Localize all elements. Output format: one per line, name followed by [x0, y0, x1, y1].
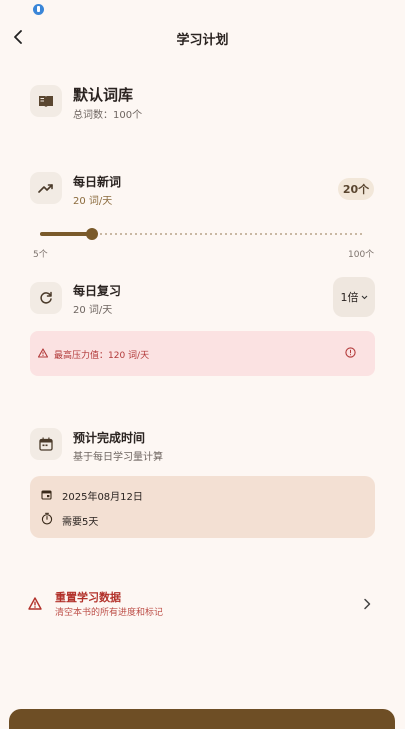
estimate-result-box — [30, 476, 375, 538]
reset-title: 重置学习数据 — [55, 591, 121, 604]
book-name: 默认词库 — [73, 86, 134, 104]
status-notification-icon — [33, 4, 44, 15]
new-words-count-badge: 20个 — [338, 178, 374, 200]
page-title: 学习计划 — [176, 33, 229, 48]
estimate-sub: 基于每日学习量计算 — [73, 452, 163, 463]
review-label: 每日复习 — [73, 284, 122, 298]
info-icon[interactable] — [345, 347, 356, 358]
bottom-action-button[interactable] — [9, 709, 395, 729]
warning-icon — [28, 597, 42, 610]
pressure-warning-text: 最高压力值：120 词/天 — [54, 351, 150, 361]
calendar-small-icon — [41, 490, 52, 500]
calendar-icon-box — [30, 428, 62, 460]
refresh-icon-box — [30, 282, 62, 314]
review-rate: 20 词/天 — [73, 305, 113, 316]
estimate-label: 预计完成时间 — [73, 431, 146, 445]
book-total-words: 总词数：100个 — [73, 110, 143, 121]
new-words-slider-fill — [40, 232, 92, 236]
book-icon — [39, 96, 53, 107]
chevron-right-icon — [364, 598, 371, 610]
chevron-down-icon — [361, 295, 367, 299]
new-words-slider-thumb[interactable] — [86, 228, 98, 240]
warning-icon — [38, 348, 48, 358]
completion-date: 2025年08月12日 — [62, 492, 143, 503]
reset-sub: 清空本书的所有进度和标记 — [55, 608, 164, 618]
trend-icon-box — [30, 172, 62, 204]
completion-duration: 需要5天 — [62, 517, 99, 528]
review-multiplier-value: 1倍 — [340, 291, 359, 304]
timer-icon — [41, 512, 53, 525]
slider-max-label: 100个 — [348, 250, 375, 260]
calendar-icon — [39, 437, 53, 451]
slider-min-label: 5个 — [33, 250, 48, 260]
new-words-rate: 20 词/天 — [73, 196, 113, 207]
refresh-icon — [40, 291, 52, 304]
new-words-label: 每日新词 — [73, 175, 122, 189]
trending-up-icon — [38, 184, 53, 193]
book-icon-box — [30, 85, 62, 117]
review-multiplier-dropdown[interactable]: 1倍 — [333, 277, 375, 317]
